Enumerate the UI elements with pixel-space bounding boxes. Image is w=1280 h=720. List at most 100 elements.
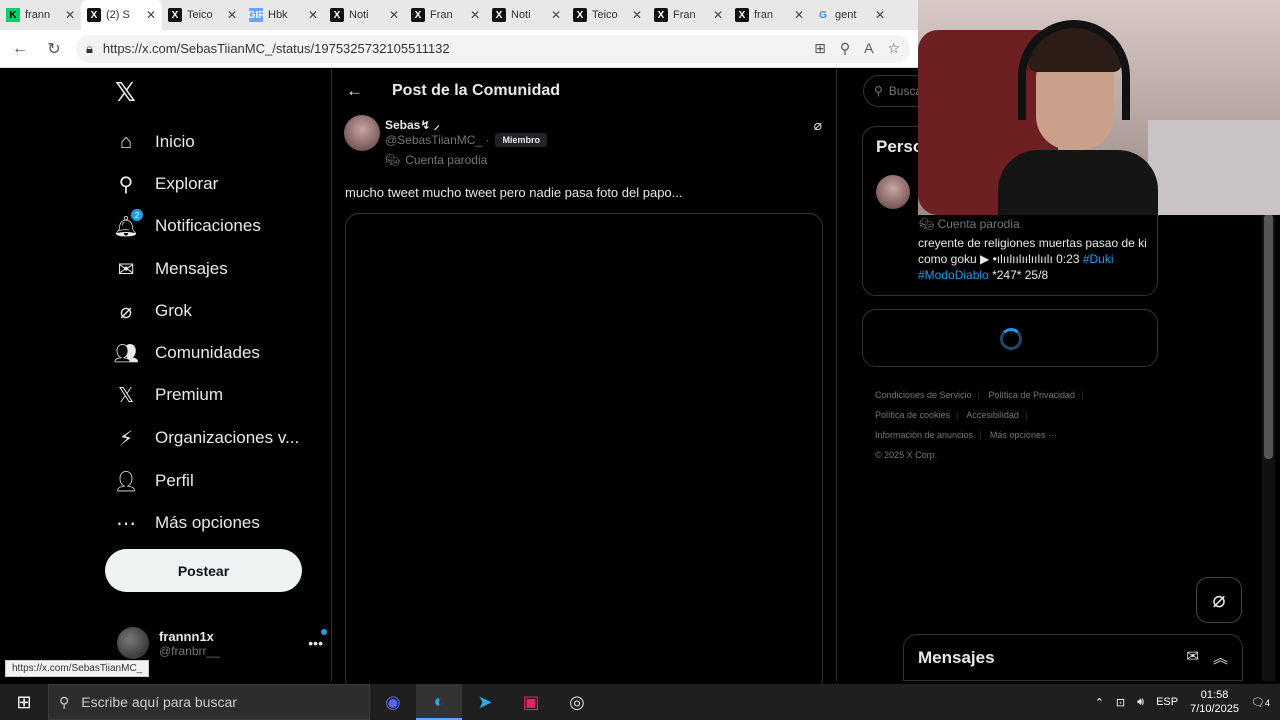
- close-tab-icon[interactable]: ✕: [794, 8, 804, 22]
- volume-icon[interactable]: 🔊︎: [1137, 696, 1144, 709]
- browser-tab[interactable]: X Fran ✕: [405, 0, 486, 30]
- obs-icon[interactable]: ◎: [554, 684, 600, 720]
- account-handle: @franbrr__: [159, 643, 220, 658]
- close-tab-icon[interactable]: ✕: [713, 8, 723, 22]
- zoom-icon[interactable]: ⚲: [840, 40, 850, 57]
- browser-tab[interactable]: Kfrann ✕: [0, 0, 81, 30]
- hashtag-link[interactable]: #Duki: [1083, 252, 1114, 266]
- new-message-icon[interactable]: ✉: [1186, 647, 1199, 668]
- nav-item-label: Notificaciones: [155, 216, 261, 235]
- close-tab-icon[interactable]: ✕: [470, 8, 480, 22]
- discord-icon[interactable]: ◉: [370, 684, 416, 720]
- cookies-link[interactable]: Política de cookies: [875, 410, 950, 420]
- close-tab-icon[interactable]: ✕: [551, 8, 561, 22]
- favorite-icon[interactable]: ☆: [887, 40, 900, 57]
- browser-tab-strip: Kfrann ✕ X (2) S ✕ X Teico ✕ GIF Hbk ✕ X Noti ✕ X Fran ✕…: [0, 0, 918, 30]
- taskbar-search[interactable]: ⚲ Escribe aquí para buscar: [48, 684, 370, 720]
- profile-avatar[interactable]: [876, 175, 910, 209]
- chevron-up-icon[interactable]: ⌃: [1095, 696, 1104, 709]
- back-icon[interactable]: ←: [8, 37, 32, 61]
- post-button[interactable]: Postear: [105, 549, 302, 592]
- telegram-icon[interactable]: ➤: [462, 684, 508, 720]
- close-tab-icon[interactable]: ✕: [308, 8, 318, 22]
- browser-tab[interactable]: GIF Hbk ✕: [243, 0, 324, 30]
- nav-item-mensajes[interactable]: ✉ Mensajes: [115, 251, 228, 287]
- back-arrow-icon[interactable]: ←: [346, 81, 363, 101]
- browser-tab[interactable]: Ggent ✕: [810, 0, 891, 30]
- taskbar-search-placeholder: Escribe aquí para buscar: [81, 694, 237, 710]
- tab-title: Fran: [430, 9, 453, 21]
- browser-tab[interactable]: X Teico ✕: [162, 0, 243, 30]
- people-icon: 👥︎: [113, 342, 139, 365]
- browser-tab[interactable]: X Noti ✕: [324, 0, 405, 30]
- account-switcher[interactable]: frannn1x @franbrr__ •••: [117, 623, 327, 663]
- browser-tab[interactable]: X Teico ✕: [567, 0, 648, 30]
- parody-label: 🎭︎ Cuenta parodia: [919, 217, 1020, 231]
- messages-drawer[interactable]: Mensajes ✉ ︽: [903, 634, 1243, 681]
- post-media[interactable]: [345, 213, 823, 693]
- nav-item-label: Inicio: [155, 132, 195, 151]
- close-tab-icon[interactable]: ✕: [875, 8, 885, 22]
- bio-tail: *247* 25/8: [992, 268, 1049, 282]
- windows-start-icon[interactable]: ⊞: [0, 684, 48, 720]
- close-tab-icon[interactable]: ✕: [389, 8, 399, 22]
- x-logo-icon[interactable]: 𝕏: [115, 77, 136, 108]
- nav-item-comunidades[interactable]: 👥︎ Comunidades: [113, 335, 260, 371]
- url-field[interactable]: 🔒︎ https://x.com/SebasTiianMC_/status/19…: [76, 34, 910, 63]
- x-icon: 𝕏: [117, 384, 135, 407]
- accessibility-link[interactable]: Accesibilidad: [966, 410, 1019, 420]
- scrollbar-thumb[interactable]: [1264, 214, 1273, 459]
- x-icon: X: [573, 8, 587, 22]
- close-tab-icon[interactable]: ✕: [632, 8, 642, 22]
- parody-text: Cuenta parodia: [937, 217, 1020, 231]
- privacy-link[interactable]: Política de Privacidad: [988, 390, 1075, 400]
- nav-item-grok[interactable]: ⌀ Grok: [115, 293, 192, 329]
- browser-tab[interactable]: X Fran ✕: [648, 0, 729, 30]
- hoodie: [998, 150, 1158, 215]
- more-dots-icon[interactable]: •••: [308, 629, 327, 651]
- close-tab-icon[interactable]: ✕: [227, 8, 237, 22]
- terms-link[interactable]: Condiciones de Servicio: [875, 390, 972, 400]
- footer-links: Condiciones de Servicio | Política de Pri…: [875, 385, 1155, 465]
- clock[interactable]: 01:58 7/10/2025: [1190, 688, 1239, 716]
- author-avatar[interactable]: [344, 115, 380, 151]
- grok-icon[interactable]: ⌀: [814, 117, 822, 134]
- search-input[interactable]: ⚲ Busca: [863, 75, 923, 107]
- network-icon[interactable]: ⊡: [1116, 696, 1125, 709]
- nav-item-label: Comunidades: [155, 343, 260, 362]
- lock-icon: 🔒︎: [86, 40, 93, 56]
- author-handle[interactable]: @SebasTiianMC_ ·: [385, 133, 489, 147]
- refresh-icon[interactable]: ↻: [42, 37, 66, 61]
- close-tab-icon[interactable]: ✕: [65, 8, 75, 22]
- nav-item-inicio[interactable]: ⌂ Inicio: [115, 124, 195, 160]
- nav-item-label: Premium: [155, 385, 224, 404]
- bell-icon: 🔔︎ 2: [113, 209, 143, 238]
- nav-item-organizaciones-v[interactable]: ⚡︎ Organizaciones v...: [115, 420, 299, 456]
- nav-item-notificaciones[interactable]: 🔔︎ 2 Notificaciones: [113, 208, 261, 244]
- more-icon: ⋯: [116, 512, 136, 535]
- nav-item-perfil[interactable]: 👤︎ Perfil: [113, 463, 193, 499]
- search-icon: ⚲: [118, 173, 134, 196]
- ads-info-link[interactable]: Información de anuncios: [875, 430, 973, 440]
- nav-item-premium[interactable]: 𝕏 Premium: [115, 377, 223, 413]
- browser-tab[interactable]: X (2) S ✕: [81, 0, 162, 30]
- browser-tab[interactable]: X Noti ✕: [486, 0, 567, 30]
- nav-item-explorar[interactable]: ⚲ Explorar: [115, 166, 219, 202]
- grok-fab-icon[interactable]: ⌀: [1196, 577, 1242, 623]
- app-icon[interactable]: ▣: [508, 684, 554, 720]
- edge-icon[interactable]: ◐: [416, 684, 462, 720]
- author-name[interactable]: Sebas↯ ⸝: [385, 116, 440, 133]
- expand-icon[interactable]: ︽: [1213, 647, 1228, 668]
- close-tab-icon[interactable]: ✕: [146, 8, 156, 22]
- language-indicator[interactable]: ESP: [1156, 696, 1178, 708]
- read-aloud-icon[interactable]: A: [864, 40, 873, 57]
- more-options-link[interactable]: Más opciones ···: [990, 430, 1057, 440]
- x-icon: X: [411, 8, 425, 22]
- nav-item-más-opciones[interactable]: ⋯ Más opciones: [115, 505, 260, 541]
- tab-title: Teico: [592, 9, 618, 21]
- tab-title: gent: [835, 9, 857, 21]
- apps-icon[interactable]: ⊞: [814, 40, 826, 57]
- notifications-icon[interactable]: 🗨︎4: [1251, 696, 1270, 709]
- hashtag-link[interactable]: #ModoDiablo: [918, 268, 989, 282]
- browser-tab[interactable]: Xfran ✕: [729, 0, 810, 30]
